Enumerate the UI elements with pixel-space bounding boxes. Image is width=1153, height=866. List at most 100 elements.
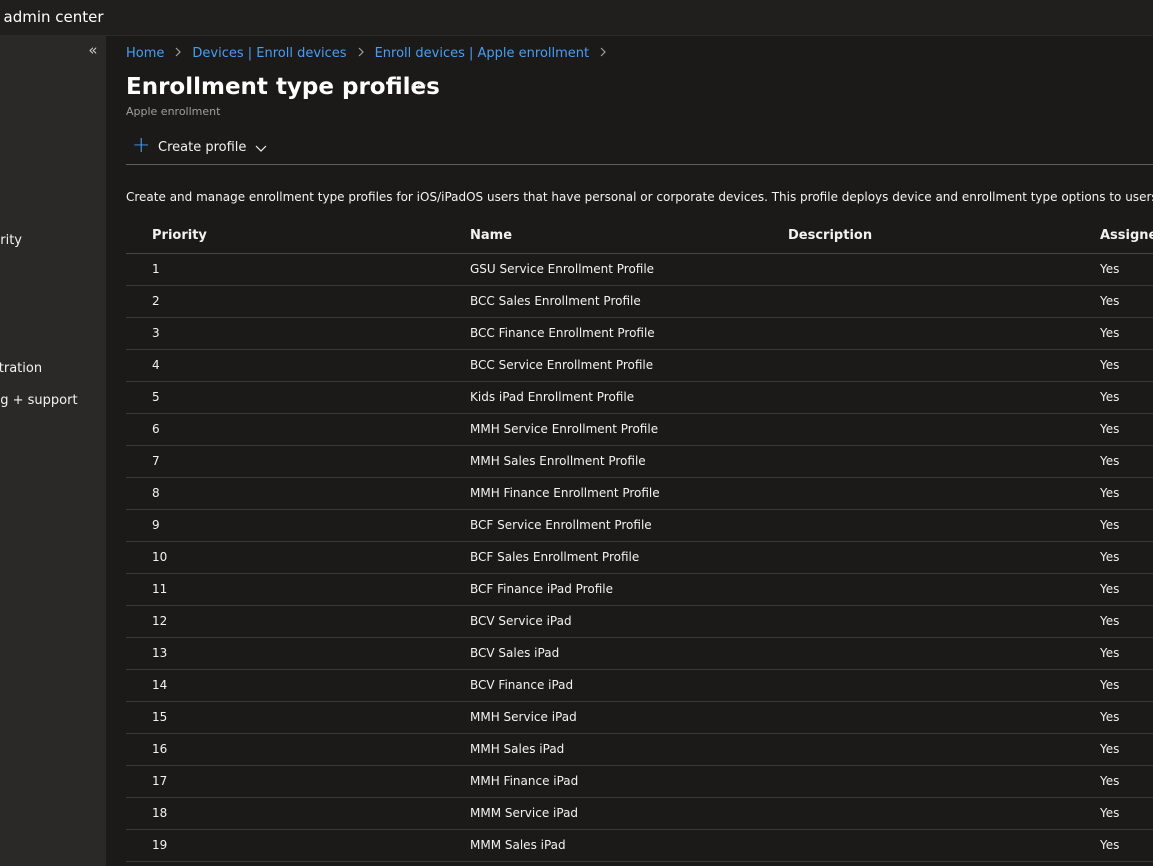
cell-assigned: Yes [1100,486,1120,500]
cell-priority: 17 [152,774,168,788]
column-header-name[interactable]: Name [470,228,512,243]
cell-name[interactable]: MMH Sales Enrollment Profile [470,454,646,468]
chevron-right-icon [174,47,182,60]
page-title: Enrollment type profiles [126,74,440,100]
cell-priority: 13 [152,646,168,660]
table-row[interactable]: 13 BCV Sales iPad Yes [126,638,1153,670]
create-profile-label: Create profile [158,139,247,155]
cell-name[interactable]: BCC Finance Enrollment Profile [470,326,655,340]
cell-name[interactable]: MMH Service Enrollment Profile [470,422,658,436]
cell-assigned: Yes [1100,294,1120,308]
breadcrumb-devices-enroll[interactable]: Devices | Enroll devices [192,46,346,61]
cell-name[interactable]: BCV Finance iPad [470,678,573,692]
cell-priority: 12 [152,614,168,628]
cell-priority: 7 [152,454,160,468]
cell-name[interactable]: GSU Service Enrollment Profile [470,262,654,276]
cell-priority: 14 [152,678,168,692]
table-row[interactable]: 11 BCF Finance iPad Profile Yes [126,574,1153,606]
cell-assigned: Yes [1100,518,1120,532]
cell-priority: 11 [152,582,168,596]
cell-priority: 2 [152,294,160,308]
cell-assigned: Yes [1100,454,1120,468]
main-content: Home Devices | Enroll devices Enroll dev… [106,36,1153,866]
cell-priority: 8 [152,486,160,500]
table-row[interactable]: 9 BCF Service Enrollment Profile Yes [126,510,1153,542]
cell-priority: 1 [152,262,160,276]
cell-name[interactable]: MMM Service iPad [470,806,578,820]
cell-priority: 9 [152,518,160,532]
table-row[interactable]: 3 BCC Finance Enrollment Profile Yes [126,318,1153,350]
cell-name[interactable]: BCC Sales Enrollment Profile [470,294,641,308]
cell-assigned: Yes [1100,646,1120,660]
chevron-right-icon [599,47,607,60]
table-row[interactable]: 1 GSU Service Enrollment Profile Yes [126,254,1153,286]
table-row[interactable]: 2 BCC Sales Enrollment Profile Yes [126,286,1153,318]
cell-assigned: Yes [1100,582,1120,596]
table-row[interactable]: 12 BCV Service iPad Yes [126,606,1153,638]
create-profile-button[interactable]: + Create profile [126,134,268,160]
cell-name[interactable]: MMH Service iPad [470,710,577,724]
breadcrumb-apple-enrollment[interactable]: Enroll devices | Apple enrollment [375,46,590,61]
table-row[interactable]: 7 MMH Sales Enrollment Profile Yes [126,446,1153,478]
sidebar-item-security[interactable]: urity [0,233,22,248]
cell-assigned: Yes [1100,614,1120,628]
sidebar: « urity stration ng + support [0,36,106,866]
profiles-table: Priority Name Description Assigne 1 GSU S… [126,220,1153,862]
table-row[interactable]: 4 BCC Service Enrollment Profile Yes [126,350,1153,382]
cell-priority: 3 [152,326,160,340]
cell-name[interactable]: BCC Service Enrollment Profile [470,358,653,372]
cell-assigned: Yes [1100,742,1120,756]
column-header-description[interactable]: Description [788,228,872,243]
cell-assigned: Yes [1100,326,1120,340]
cell-priority: 16 [152,742,168,756]
sidebar-item-administration[interactable]: stration [0,361,42,376]
cell-name[interactable]: MMH Finance iPad [470,774,578,788]
table-row[interactable]: 14 BCV Finance iPad Yes [126,670,1153,702]
page-description: Create and manage enrollment type profil… [126,190,1153,204]
collapse-sidebar-icon[interactable]: « [84,40,102,60]
app-title[interactable]: ne admin center [0,8,104,26]
table-row[interactable]: 5 Kids iPad Enrollment Profile Yes [126,382,1153,414]
cell-assigned: Yes [1100,390,1120,404]
toolbar-divider [126,164,1153,165]
cell-priority: 10 [152,550,168,564]
cell-name[interactable]: BCV Sales iPad [470,646,559,660]
cell-priority: 18 [152,806,168,820]
page-subtitle: Apple enrollment [126,105,221,118]
cell-name[interactable]: MMH Sales iPad [470,742,564,756]
breadcrumb-home[interactable]: Home [126,46,164,61]
cell-name[interactable]: BCF Finance iPad Profile [470,582,613,596]
cell-assigned: Yes [1100,806,1120,820]
table-row[interactable]: 16 MMH Sales iPad Yes [126,734,1153,766]
chevron-down-icon [254,140,268,154]
table-row[interactable]: 18 MMM Service iPad Yes [126,798,1153,830]
more-options-icon[interactable]: ··· [410,76,428,95]
table-row[interactable]: 6 MMH Service Enrollment Profile Yes [126,414,1153,446]
cell-assigned: Yes [1100,358,1120,372]
column-header-assigned[interactable]: Assigne [1100,228,1153,243]
table-row[interactable]: 19 MMM Sales iPad Yes [126,830,1153,862]
table-body: 1 GSU Service Enrollment Profile Yes 2 BCC S… [126,254,1153,862]
sidebar-item-troubleshooting-support[interactable]: ng + support [0,393,78,408]
cell-name[interactable]: MMM Sales iPad [470,838,566,852]
cell-name[interactable]: MMH Finance Enrollment Profile [470,486,660,500]
cell-assigned: Yes [1100,678,1120,692]
breadcrumb: Home Devices | Enroll devices Enroll dev… [126,46,617,61]
cell-priority: 5 [152,390,160,404]
cell-priority: 4 [152,358,160,372]
cell-priority: 6 [152,422,160,436]
table-row[interactable]: 10 BCF Sales Enrollment Profile Yes [126,542,1153,574]
cell-name[interactable]: BCF Service Enrollment Profile [470,518,652,532]
cell-name[interactable]: Kids iPad Enrollment Profile [470,390,634,404]
chevron-right-icon [357,47,365,60]
table-row[interactable]: 17 MMH Finance iPad Yes [126,766,1153,798]
cell-name[interactable]: BCF Sales Enrollment Profile [470,550,639,564]
cell-assigned: Yes [1100,422,1120,436]
cell-name[interactable]: BCV Service iPad [470,614,572,628]
table-row[interactable]: 15 MMH Service iPad Yes [126,702,1153,734]
cell-assigned: Yes [1100,838,1120,852]
table-header: Priority Name Description Assigne [126,220,1153,254]
cell-assigned: Yes [1100,550,1120,564]
column-header-priority[interactable]: Priority [152,228,207,243]
table-row[interactable]: 8 MMH Finance Enrollment Profile Yes [126,478,1153,510]
